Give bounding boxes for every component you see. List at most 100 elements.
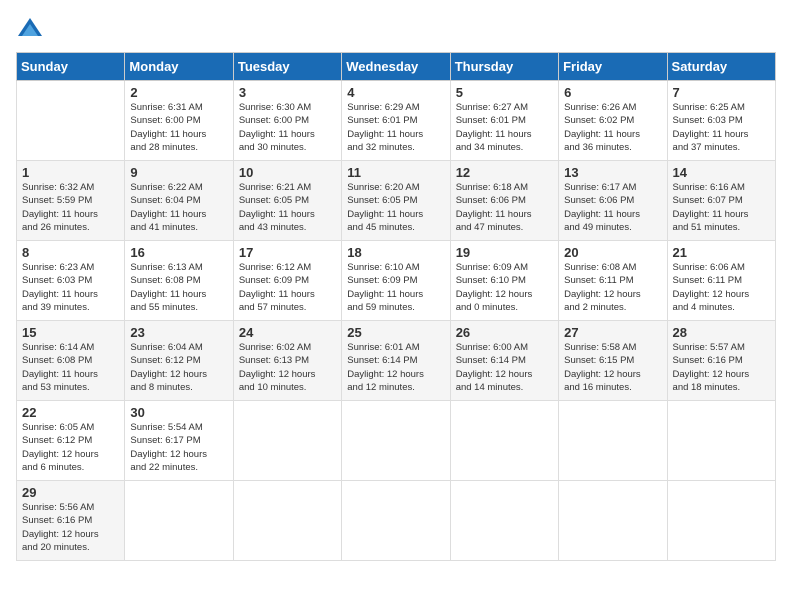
calendar-cell: 26Sunrise: 6:00 AM Sunset: 6:14 PM Dayli… [450,321,558,401]
calendar-cell: 10Sunrise: 6:21 AM Sunset: 6:05 PM Dayli… [233,161,341,241]
day-info: Sunrise: 5:57 AM Sunset: 6:16 PM Dayligh… [673,341,770,394]
calendar-cell: 5Sunrise: 6:27 AM Sunset: 6:01 PM Daylig… [450,81,558,161]
calendar-cell [450,401,558,481]
day-number: 7 [673,85,770,100]
day-number: 11 [347,165,444,180]
day-number: 26 [456,325,553,340]
calendar-cell: 15Sunrise: 6:14 AM Sunset: 6:08 PM Dayli… [17,321,125,401]
day-info: Sunrise: 6:04 AM Sunset: 6:12 PM Dayligh… [130,341,227,394]
day-number: 17 [239,245,336,260]
calendar-cell [450,481,558,561]
header-friday: Friday [559,53,667,81]
calendar-cell: 6Sunrise: 6:26 AM Sunset: 6:02 PM Daylig… [559,81,667,161]
calendar-cell [342,481,450,561]
calendar-cell [667,401,775,481]
calendar-cell: 16Sunrise: 6:13 AM Sunset: 6:08 PM Dayli… [125,241,233,321]
calendar-week-row: 2Sunrise: 6:31 AM Sunset: 6:00 PM Daylig… [17,81,776,161]
calendar-cell [233,481,341,561]
day-info: Sunrise: 6:32 AM Sunset: 5:59 PM Dayligh… [22,181,119,234]
day-info: Sunrise: 6:20 AM Sunset: 6:05 PM Dayligh… [347,181,444,234]
calendar-cell: 4Sunrise: 6:29 AM Sunset: 6:01 PM Daylig… [342,81,450,161]
calendar-cell: 17Sunrise: 6:12 AM Sunset: 6:09 PM Dayli… [233,241,341,321]
calendar-week-row: 29Sunrise: 5:56 AM Sunset: 6:16 PM Dayli… [17,481,776,561]
header-wednesday: Wednesday [342,53,450,81]
day-number: 23 [130,325,227,340]
day-info: Sunrise: 6:21 AM Sunset: 6:05 PM Dayligh… [239,181,336,234]
calendar-week-row: 8Sunrise: 6:23 AM Sunset: 6:03 PM Daylig… [17,241,776,321]
calendar-cell: 19Sunrise: 6:09 AM Sunset: 6:10 PM Dayli… [450,241,558,321]
calendar-header-row: SundayMondayTuesdayWednesdayThursdayFrid… [17,53,776,81]
day-number: 2 [130,85,227,100]
day-number: 22 [22,405,119,420]
calendar-cell [342,401,450,481]
logo [16,16,48,44]
calendar-cell: 7Sunrise: 6:25 AM Sunset: 6:03 PM Daylig… [667,81,775,161]
day-info: Sunrise: 6:00 AM Sunset: 6:14 PM Dayligh… [456,341,553,394]
day-info: Sunrise: 5:54 AM Sunset: 6:17 PM Dayligh… [130,421,227,474]
day-number: 29 [22,485,119,500]
calendar-cell: 9Sunrise: 6:22 AM Sunset: 6:04 PM Daylig… [125,161,233,241]
calendar-cell: 18Sunrise: 6:10 AM Sunset: 6:09 PM Dayli… [342,241,450,321]
day-number: 16 [130,245,227,260]
day-info: Sunrise: 5:58 AM Sunset: 6:15 PM Dayligh… [564,341,661,394]
day-number: 12 [456,165,553,180]
day-number: 28 [673,325,770,340]
day-info: Sunrise: 6:05 AM Sunset: 6:12 PM Dayligh… [22,421,119,474]
day-info: Sunrise: 6:10 AM Sunset: 6:09 PM Dayligh… [347,261,444,314]
day-info: Sunrise: 6:31 AM Sunset: 6:00 PM Dayligh… [130,101,227,154]
day-number: 10 [239,165,336,180]
day-number: 18 [347,245,444,260]
page-header [16,16,776,44]
day-info: Sunrise: 6:06 AM Sunset: 6:11 PM Dayligh… [673,261,770,314]
day-info: Sunrise: 6:16 AM Sunset: 6:07 PM Dayligh… [673,181,770,234]
day-number: 6 [564,85,661,100]
day-number: 19 [456,245,553,260]
header-saturday: Saturday [667,53,775,81]
day-info: Sunrise: 6:12 AM Sunset: 6:09 PM Dayligh… [239,261,336,314]
day-number: 9 [130,165,227,180]
calendar-cell: 14Sunrise: 6:16 AM Sunset: 6:07 PM Dayli… [667,161,775,241]
day-number: 8 [22,245,119,260]
header-sunday: Sunday [17,53,125,81]
calendar-cell: 29Sunrise: 5:56 AM Sunset: 6:16 PM Dayli… [17,481,125,561]
calendar-cell [17,81,125,161]
calendar-cell: 28Sunrise: 5:57 AM Sunset: 6:16 PM Dayli… [667,321,775,401]
calendar-cell: 27Sunrise: 5:58 AM Sunset: 6:15 PM Dayli… [559,321,667,401]
day-number: 27 [564,325,661,340]
day-number: 30 [130,405,227,420]
day-info: Sunrise: 6:02 AM Sunset: 6:13 PM Dayligh… [239,341,336,394]
day-number: 3 [239,85,336,100]
calendar-cell [559,481,667,561]
day-number: 24 [239,325,336,340]
day-number: 1 [22,165,119,180]
calendar-cell: 3Sunrise: 6:30 AM Sunset: 6:00 PM Daylig… [233,81,341,161]
calendar-week-row: 1Sunrise: 6:32 AM Sunset: 5:59 PM Daylig… [17,161,776,241]
calendar-cell: 21Sunrise: 6:06 AM Sunset: 6:11 PM Dayli… [667,241,775,321]
calendar-week-row: 15Sunrise: 6:14 AM Sunset: 6:08 PM Dayli… [17,321,776,401]
calendar-cell: 23Sunrise: 6:04 AM Sunset: 6:12 PM Dayli… [125,321,233,401]
day-number: 20 [564,245,661,260]
day-number: 5 [456,85,553,100]
calendar-cell: 11Sunrise: 6:20 AM Sunset: 6:05 PM Dayli… [342,161,450,241]
day-info: Sunrise: 6:09 AM Sunset: 6:10 PM Dayligh… [456,261,553,314]
day-info: Sunrise: 6:25 AM Sunset: 6:03 PM Dayligh… [673,101,770,154]
calendar-cell: 12Sunrise: 6:18 AM Sunset: 6:06 PM Dayli… [450,161,558,241]
day-info: Sunrise: 6:23 AM Sunset: 6:03 PM Dayligh… [22,261,119,314]
logo-icon [16,16,44,44]
day-number: 25 [347,325,444,340]
header-monday: Monday [125,53,233,81]
header-tuesday: Tuesday [233,53,341,81]
calendar-cell: 25Sunrise: 6:01 AM Sunset: 6:14 PM Dayli… [342,321,450,401]
calendar-cell: 24Sunrise: 6:02 AM Sunset: 6:13 PM Dayli… [233,321,341,401]
day-info: Sunrise: 6:08 AM Sunset: 6:11 PM Dayligh… [564,261,661,314]
day-number: 21 [673,245,770,260]
day-info: Sunrise: 6:14 AM Sunset: 6:08 PM Dayligh… [22,341,119,394]
calendar-cell: 2Sunrise: 6:31 AM Sunset: 6:00 PM Daylig… [125,81,233,161]
day-info: Sunrise: 5:56 AM Sunset: 6:16 PM Dayligh… [22,501,119,554]
day-info: Sunrise: 6:29 AM Sunset: 6:01 PM Dayligh… [347,101,444,154]
calendar-cell: 13Sunrise: 6:17 AM Sunset: 6:06 PM Dayli… [559,161,667,241]
day-info: Sunrise: 6:27 AM Sunset: 6:01 PM Dayligh… [456,101,553,154]
calendar-cell [233,401,341,481]
calendar-cell: 1Sunrise: 6:32 AM Sunset: 5:59 PM Daylig… [17,161,125,241]
day-info: Sunrise: 6:26 AM Sunset: 6:02 PM Dayligh… [564,101,661,154]
